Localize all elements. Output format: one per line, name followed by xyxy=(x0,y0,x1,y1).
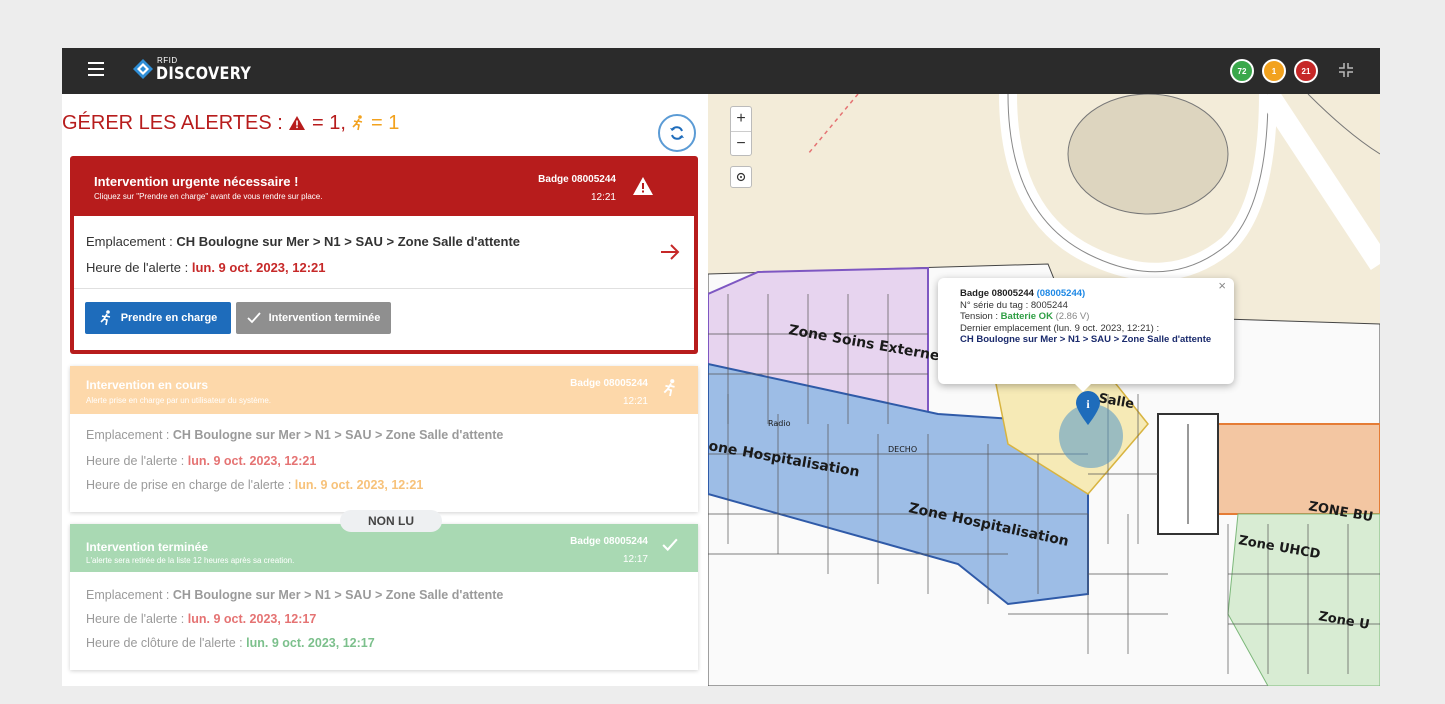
popup-badge: Badge 08005244 (08005244) xyxy=(960,288,1086,299)
floor-plan-drawing: Zone Soins Externes one Hospitalisation … xyxy=(708,94,1380,686)
alert-taken-datetime: Heure de prise en charge de l'alerte : l… xyxy=(86,478,424,492)
title-prefix: GÉRER LES ALERTES : xyxy=(62,112,283,134)
arrow-right-icon[interactable] xyxy=(660,243,680,261)
logo-text: DISCOVERY xyxy=(156,64,252,84)
status-count-green[interactable]: 72 xyxy=(1230,59,1254,83)
popup-last-location: CH Boulogne sur Mer > N1 > SAU > Zone Sa… xyxy=(960,334,1212,345)
zoom-in-button[interactable]: + xyxy=(731,107,751,131)
alert-subtitle: Cliquez sur "Prendre en charge" avant de… xyxy=(94,192,323,201)
page-title: GÉRER LES ALERTES : = 1, = 1 xyxy=(62,112,399,135)
alert-location: Emplacement : CH Boulogne sur Mer > N1 >… xyxy=(86,588,504,602)
alert-datetime: Heure de l'alerte : lun. 9 oct. 2023, 12… xyxy=(86,454,317,468)
room-label: Radio xyxy=(768,419,791,428)
take-charge-button[interactable]: Prendre en charge xyxy=(85,302,231,334)
alert-closed-datetime: Heure de clôture de l'alerte : lun. 9 oc… xyxy=(86,636,375,650)
floor-plan-map[interactable]: Zone Soins Externes one Hospitalisation … xyxy=(708,94,1380,686)
app-window: RFID DISCOVERY 72 1 21 GÉRER LES ALERTES… xyxy=(62,48,1380,686)
title-inprogress-count: = 1 xyxy=(371,112,400,134)
badge-info-popup: × Badge 08005244 (08005244) N° série du … xyxy=(938,278,1234,384)
hamburger-menu-icon[interactable] xyxy=(88,62,104,76)
alert-subtitle: Alerte prise en charge par un utilisateu… xyxy=(86,396,271,405)
check-icon xyxy=(246,312,261,324)
alerts-panel: GÉRER LES ALERTES : = 1, = 1 Interventio… xyxy=(62,94,708,686)
logo-diamond-icon xyxy=(133,59,153,79)
map-pin-icon[interactable]: i xyxy=(1074,390,1102,426)
alert-badge: Badge 08005244 xyxy=(538,174,616,185)
alert-card-in-progress: Intervention en cours Alerte prise en ch… xyxy=(70,366,698,512)
alert-time: 12:17 xyxy=(622,554,648,565)
alert-title: Intervention terminée xyxy=(86,540,209,554)
warning-triangle-icon xyxy=(289,116,306,130)
popup-tension: Tension : Batterie OK (2.86 V) xyxy=(960,311,1090,322)
running-person-icon xyxy=(663,379,675,397)
alert-time: 12:21 xyxy=(590,192,616,203)
title-urgent-count: = 1, xyxy=(311,112,346,134)
refresh-button[interactable] xyxy=(658,114,696,152)
map-zoom-controls: + − xyxy=(730,106,752,156)
alert-card-urgent: Intervention urgente nécessaire ! Clique… xyxy=(70,156,698,354)
alert-datetime: Heure de l'alerte : lun. 9 oct. 2023, 12… xyxy=(86,612,317,626)
locate-button[interactable] xyxy=(730,166,752,188)
running-person-icon xyxy=(352,115,363,131)
refresh-icon xyxy=(670,126,684,140)
popup-last-location-label: Dernier emplacement (lun. 9 oct. 2023, 1… xyxy=(960,322,1160,334)
alert-time: 12:21 xyxy=(622,396,648,407)
alert-card-done: Intervention terminée L'alerte sera reti… xyxy=(70,510,698,670)
divider xyxy=(74,288,694,289)
status-count-orange[interactable]: 1 xyxy=(1262,59,1286,83)
alert-subtitle: L'alerte sera retirée de la liste 12 heu… xyxy=(86,556,295,565)
intervention-done-button[interactable]: Intervention terminée xyxy=(236,302,391,334)
top-bar: RFID DISCOVERY 72 1 21 xyxy=(62,48,1380,94)
alert-badge: Badge 08005244 xyxy=(570,536,648,547)
target-icon xyxy=(736,172,746,182)
alert-body: Emplacement : CH Boulogne sur Mer > N1 >… xyxy=(74,216,694,350)
unread-badge: NON LU xyxy=(340,510,442,532)
popup-pointer xyxy=(1075,384,1091,392)
exit-fullscreen-icon[interactable] xyxy=(1338,62,1354,78)
alert-header: Intervention en cours Alerte prise en ch… xyxy=(70,366,698,414)
check-icon xyxy=(662,538,678,552)
alert-title: Intervention en cours xyxy=(86,378,209,392)
zoom-out-button[interactable]: − xyxy=(731,131,751,155)
alert-location: Emplacement : CH Boulogne sur Mer > N1 >… xyxy=(86,234,521,249)
status-count-red[interactable]: 21 xyxy=(1294,59,1318,83)
alert-badge: Badge 08005244 xyxy=(570,378,648,389)
running-person-icon xyxy=(100,310,110,326)
alert-datetime: Heure de l'alerte : lun. 9 oct. 2023, 12… xyxy=(86,260,326,275)
alert-title: Intervention urgente nécessaire ! xyxy=(94,174,299,189)
alert-location: Emplacement : CH Boulogne sur Mer > N1 >… xyxy=(86,428,504,442)
warning-triangle-icon xyxy=(633,177,653,195)
room-label: DECHO xyxy=(888,445,917,454)
close-icon[interactable]: × xyxy=(1218,279,1226,291)
popup-serial: N° série du tag : 8005244 xyxy=(960,299,1068,311)
